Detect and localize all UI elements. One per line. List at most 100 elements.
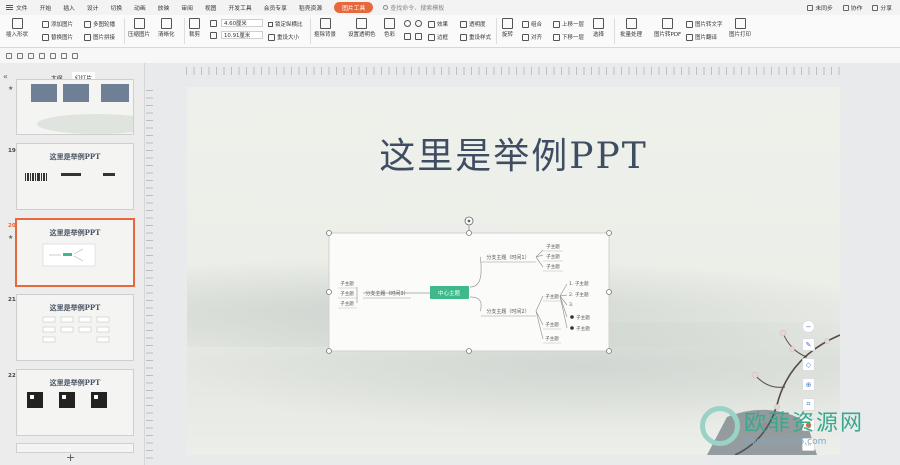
tab-view[interactable]: 视图	[199, 3, 223, 12]
tab-transition[interactable]: 切换	[104, 3, 128, 12]
flip-icon[interactable]	[404, 33, 411, 40]
add-image-button[interactable]: 添加图片	[42, 20, 73, 28]
combine-button[interactable]: 组合	[522, 20, 542, 28]
insert-shape-label: 插入形状	[6, 32, 29, 38]
crop-button[interactable]: 裁剪	[189, 18, 200, 38]
reset-style-label: 重设样式	[469, 35, 492, 41]
tab-slideshow[interactable]: 放映	[152, 3, 176, 12]
undo-icon[interactable]	[50, 52, 56, 59]
width-field[interactable]: 10.91厘米	[221, 31, 263, 39]
collapse-tools-icon[interactable]: −	[802, 320, 815, 333]
slide-number: 20	[8, 223, 16, 229]
lock-ratio-checkbox[interactable]: 锁定纵横比	[268, 20, 303, 28]
transparency-label: 透明度	[469, 22, 486, 28]
effect-icon	[428, 20, 435, 28]
branch-node-2: 分支主题（时间2）	[486, 308, 529, 315]
reset-style-button[interactable]: 重设样式	[460, 33, 491, 41]
effect-button[interactable]: 效果	[428, 20, 448, 28]
batch-button[interactable]: 批量处理	[620, 18, 642, 38]
tab-animation[interactable]: 动画	[128, 3, 152, 12]
picture-tools-ribbon: 插入形状 添加图片 多图轮播 替换图片 图片拼接 压缩图片 清晰化 裁剪 4.6…	[0, 15, 900, 48]
replace-image-button[interactable]: 替换图片	[42, 33, 73, 41]
rotate-right-icon[interactable]	[415, 20, 422, 27]
add-slide-button[interactable]: +	[66, 451, 75, 464]
share-icon	[872, 4, 879, 11]
format-painter-icon[interactable]	[72, 52, 78, 59]
share-label: 分享	[880, 6, 892, 12]
slide-thumbnail[interactable]	[16, 79, 134, 135]
slide-thumbnail[interactable]: 这里是举例PPT	[16, 143, 134, 210]
collab-button[interactable]: 协作	[842, 3, 863, 12]
tab-developer[interactable]: 开发工具	[222, 3, 257, 12]
save-icon[interactable]	[6, 52, 12, 59]
send-backward-button[interactable]: 下移一层	[553, 33, 584, 41]
select-button[interactable]: 选择	[593, 18, 604, 38]
rotate-button[interactable]: 旋转	[502, 18, 513, 38]
shapes-icon	[11, 18, 23, 29]
select-label: 选择	[593, 32, 605, 38]
redo-icon[interactable]	[61, 52, 67, 59]
crop-icon	[189, 18, 200, 29]
edit-image-icon[interactable]: ✎	[802, 338, 815, 351]
tab-picture-tools[interactable]: 图片工具	[334, 2, 374, 13]
collapse-panel-icon[interactable]: «	[3, 72, 8, 81]
watermark-logo	[700, 406, 740, 446]
collab-label: 协作	[850, 6, 863, 12]
image-to-text-button[interactable]: 图片转文字	[686, 20, 723, 28]
preview-icon[interactable]	[39, 52, 45, 59]
align-button[interactable]: 对齐	[522, 33, 542, 41]
image-print-button[interactable]: 图片打印	[729, 18, 751, 38]
tab-member[interactable]: 会员专享	[258, 3, 293, 12]
bring-forward-button[interactable]: 上移一层	[553, 20, 584, 28]
sharpen-button[interactable]: 清晰化	[158, 18, 175, 38]
remove-background-button[interactable]: 抠除背景	[314, 18, 336, 38]
branch-node-3: 分支主题（时间3）	[365, 290, 408, 297]
print-icon[interactable]	[28, 52, 34, 59]
tab-review[interactable]: 审阅	[175, 3, 199, 12]
image-collage-button[interactable]: 图片拼接	[84, 33, 115, 41]
image-to-pdf-button[interactable]: 图片转PDF	[654, 18, 681, 38]
slide-thumbnail[interactable]: 这里是举例PPT	[16, 294, 134, 361]
subtopic-node: 子主题	[340, 290, 354, 297]
file-menu[interactable]: 文件	[0, 3, 34, 12]
tab-insert[interactable]: 插入	[57, 3, 81, 12]
sync-button[interactable]: 未同步	[807, 3, 833, 12]
people-icon	[842, 4, 849, 11]
layers-icon[interactable]: ◇	[802, 358, 815, 371]
zoom-image-icon[interactable]: ⊕	[802, 378, 815, 391]
watermark: 欧菲资源网 www.office26.com	[700, 405, 864, 447]
watermark-name: 欧菲资源网	[744, 411, 865, 436]
divider	[614, 18, 615, 44]
list-item: 2. 子主题	[569, 291, 589, 298]
slide-thumbnail[interactable]: 这里是举例PPT	[16, 369, 134, 436]
reset-size-button[interactable]: 重设大小	[268, 33, 299, 41]
tab-design[interactable]: 设计	[81, 3, 105, 12]
insert-shape-button[interactable]: 插入形状	[6, 18, 28, 38]
effect-label: 效果	[437, 22, 449, 28]
combine-icon	[522, 20, 529, 28]
border-button[interactable]: 边框	[428, 33, 448, 41]
set-transparent-button[interactable]: 设置透明色	[348, 18, 376, 38]
color-button[interactable]: 色彩	[384, 18, 395, 38]
share-button[interactable]: 分享	[872, 3, 892, 12]
tab-docer[interactable]: 稻壳资源	[293, 3, 328, 12]
sharpen-icon	[160, 18, 172, 29]
color-label: 色彩	[384, 32, 396, 38]
export-pdf-icon[interactable]	[17, 52, 23, 59]
file-menu-label: 文件	[16, 6, 28, 12]
slide-thumbnail-selected[interactable]: 这里是举例PPT	[16, 219, 134, 286]
mirror-icon[interactable]	[415, 33, 422, 40]
command-search[interactable]: 查找命令、搜索模板	[383, 3, 444, 12]
mindmap-picture[interactable]: 中心主题 分支主题（时间1） 分支主题（时间2） 分支主题（时间3） 子主题 子…	[187, 87, 840, 455]
transparency-button[interactable]: 透明度	[460, 20, 486, 28]
multi-image-button[interactable]: 多图轮播	[84, 20, 115, 28]
rotate-left-icon[interactable]	[404, 20, 411, 27]
image-translate-button[interactable]: 图片翻译	[686, 33, 717, 41]
height-field[interactable]: 4.60厘米	[221, 19, 263, 27]
header-actions: 未同步 协作 分享	[807, 0, 892, 15]
bring-forward-label: 上移一层	[562, 22, 585, 28]
subtopic-node: 子主题	[546, 243, 560, 250]
compress-image-button[interactable]: 压缩图片	[128, 18, 150, 38]
tab-home[interactable]: 开始	[34, 3, 58, 12]
border-label: 边框	[437, 35, 449, 41]
